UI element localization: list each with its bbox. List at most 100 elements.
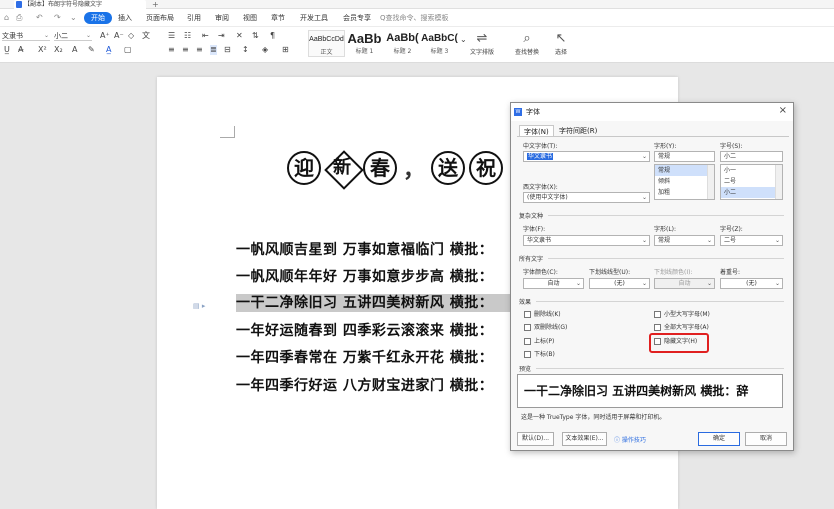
menu-review[interactable]: 审阅	[215, 13, 229, 23]
phonetic-icon[interactable]: 文	[142, 31, 150, 41]
strikethrough-checkbox[interactable]: 删除线(K)	[524, 311, 561, 319]
align-justify-icon[interactable]: ≣	[210, 45, 217, 55]
document-line-selected[interactable]: 一干二净除旧习 五讲四美树新风 横批：	[236, 294, 516, 312]
find-replace-button[interactable]: ⌕ 查找替换	[515, 30, 539, 56]
align-center-icon[interactable]: ≡	[182, 45, 189, 55]
font-color-icon[interactable]: A̲	[106, 45, 111, 55]
all-caps-checkbox[interactable]: 全部大写字母(A)	[654, 324, 709, 332]
undo-icon[interactable]: ↶	[36, 13, 43, 22]
sort-icon[interactable]: ⇅	[252, 31, 259, 41]
font-name-combo[interactable]: 文隶书 ⌄	[2, 31, 50, 41]
document-tab[interactable]: 【副本】布朗字符号隐藏文字	[14, 0, 146, 9]
document-line[interactable]: 一年好运随春到 四季彩云滚滚来 横批：	[236, 322, 516, 340]
ok-button[interactable]: 确定	[698, 432, 740, 446]
align-left-icon[interactable]: ≡	[168, 45, 175, 55]
chinese-font-value: 华文隶书	[527, 153, 554, 160]
decrease-indent-icon[interactable]: ⇤	[202, 31, 209, 41]
complex-size-select[interactable]: 二号 ⌄	[720, 235, 783, 246]
list-item[interactable]: 小二	[721, 187, 782, 198]
menu-page-layout[interactable]: 页面布局	[146, 13, 174, 23]
strikethrough-icon[interactable]: A̶	[18, 45, 23, 55]
menu-insert[interactable]: 插入	[118, 13, 132, 23]
complex-font-select[interactable]: 华文隶书 ⌄	[523, 235, 650, 246]
size-input[interactable]: 小二	[720, 151, 783, 162]
shading-icon[interactable]: ◈	[262, 45, 268, 55]
list-item[interactable]: 加粗	[655, 187, 714, 198]
menu-view[interactable]: 视图	[243, 13, 257, 23]
line-spacing-icon[interactable]: ↕	[242, 45, 249, 55]
menu-references[interactable]: 引用	[187, 13, 201, 23]
style-list[interactable]: 常规 倾斜 加粗	[654, 164, 715, 200]
size-list[interactable]: 小一 二号 小二	[720, 164, 783, 200]
scrollbar[interactable]	[707, 165, 714, 199]
chinese-font-select[interactable]: 华文隶书 ⌄	[523, 151, 650, 162]
document-line[interactable]: 一帆风顺吉星到 万事如意福临门 横批：	[236, 241, 516, 259]
style-input[interactable]: 常规	[654, 151, 715, 162]
heading-char: 祝	[469, 151, 504, 185]
increase-indent-icon[interactable]: ⇥	[218, 31, 225, 41]
style-heading-2[interactable]: AaBb( 标题 2	[384, 30, 421, 57]
document-line[interactable]: 一年四季春常在 万紫千红永开花 横批：	[236, 349, 516, 367]
highlight-icon[interactable]: ✎	[88, 45, 95, 55]
document-line[interactable]: 一年四季行好运 八方财宝进家门 横批：	[236, 377, 516, 395]
text-effect-button[interactable]: 文本效果(E)...	[562, 432, 607, 446]
emphasis-select[interactable]: (无) ⌄	[720, 278, 783, 289]
subscript-checkbox[interactable]: 下标(B)	[524, 351, 555, 359]
subscript-icon[interactable]: X₂	[54, 45, 63, 55]
font-color-select[interactable]: 自动 ⌄	[523, 278, 584, 289]
superscript-checkbox[interactable]: 上标(P)	[524, 338, 554, 346]
scrollbar[interactable]	[775, 165, 782, 199]
menu-member[interactable]: 会员专享	[343, 13, 371, 23]
chinese-layout-icon[interactable]: ✕	[236, 31, 243, 41]
style-name: 正文	[320, 49, 333, 56]
borders-icon[interactable]: ⊞	[282, 45, 289, 55]
shrink-font-icon[interactable]: A⁻	[114, 31, 124, 41]
underline-icon[interactable]: U̲	[4, 45, 10, 55]
close-icon[interactable]: ×	[779, 105, 787, 116]
bullets-icon[interactable]: ☰	[168, 31, 175, 41]
cancel-button[interactable]: 取消	[745, 432, 787, 446]
menu-section[interactable]: 章节	[271, 13, 285, 23]
list-item[interactable]: 小一	[721, 165, 782, 176]
text-layout-button[interactable]: ⇌ 文字排版	[470, 30, 494, 56]
command-search[interactable]: Q查找命令、搜索模板	[380, 13, 449, 23]
double-strikethrough-checkbox[interactable]: 双删除线(G)	[524, 324, 567, 332]
select-button[interactable]: ↖ 选择	[555, 30, 567, 56]
small-caps-checkbox[interactable]: 小型大写字母(M)	[654, 311, 710, 319]
align-right-icon[interactable]: ≡	[196, 45, 203, 55]
menu-developer[interactable]: 开发工具	[300, 13, 328, 23]
style-heading-1[interactable]: AaBb 标题 1	[346, 30, 383, 57]
clear-format-icon[interactable]: ◇	[128, 31, 134, 41]
print-icon[interactable]: ⎙	[16, 13, 22, 23]
western-font-select[interactable]: (使用中文字体) ⌄	[523, 192, 650, 203]
style-heading-3[interactable]: AaBbC( 标题 3	[421, 30, 458, 57]
home-icon[interactable]: ⌂	[4, 13, 9, 22]
redo-icon[interactable]: ↷	[54, 13, 61, 22]
tips-link[interactable]: ⓘ 操作技巧	[614, 435, 646, 444]
font-size-combo[interactable]: 小二 ⌄	[54, 31, 92, 41]
show-marks-icon[interactable]: ¶	[270, 31, 275, 41]
text-effect-icon[interactable]: A	[72, 45, 77, 55]
default-button[interactable]: 默认(D)...	[517, 432, 554, 446]
grow-font-icon[interactable]: A⁺	[100, 31, 110, 41]
menu-home[interactable]: 开始	[84, 12, 112, 24]
style-normal[interactable]: AaBbCcDd 正文	[308, 30, 345, 57]
paragraph-handle-icon[interactable]: ▤ ▸	[193, 302, 205, 310]
heading-char: 新	[333, 157, 351, 178]
styles-expand-icon[interactable]: ⌄	[460, 35, 467, 45]
complex-style-select[interactable]: 常规 ⌄	[654, 235, 715, 246]
customize-icon[interactable]: ⌄	[70, 13, 77, 22]
new-tab-button[interactable]: +	[152, 0, 159, 9]
superscript-icon[interactable]: X²	[38, 45, 47, 55]
find-replace-label: 查找替换	[515, 49, 540, 56]
document-line[interactable]: 一帆风顺年年好 万事如意步步高 横批：	[236, 268, 516, 286]
char-border-icon[interactable]: ▢	[124, 45, 132, 55]
numbering-icon[interactable]: ☷	[184, 31, 191, 41]
list-item[interactable]: 二号	[721, 176, 782, 187]
underline-type-select[interactable]: (无) ⌄	[589, 278, 650, 289]
list-item[interactable]: 常规	[655, 165, 714, 176]
list-item[interactable]: 倾斜	[655, 176, 714, 187]
distribute-icon[interactable]: ⊟	[224, 45, 231, 55]
ribbon: 文隶书 ⌄ 小二 ⌄ A⁺ A⁻ ◇ 文 U̲ A̶ X² X₂ A ✎ A̲ ▢ …	[0, 27, 834, 63]
cursor-icon: ↖	[555, 31, 567, 46]
